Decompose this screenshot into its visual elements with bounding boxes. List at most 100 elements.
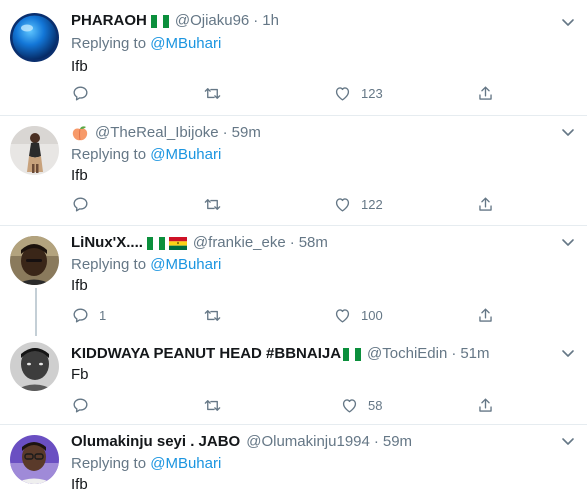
retweet-icon [204, 310, 221, 321]
heart-icon [335, 198, 350, 212]
reply-button[interactable] [71, 195, 99, 214]
retweet-button[interactable] [203, 306, 222, 325]
user-handle[interactable]: @TheReal_Ibijoke [95, 123, 219, 143]
heart-icon [335, 309, 350, 323]
bw-photo-avatar-image [10, 342, 59, 391]
avatar[interactable] [10, 435, 59, 484]
user-handle[interactable]: @Ojiaku96 [175, 11, 249, 31]
separator-dot: · [373, 433, 379, 450]
like-button[interactable]: 100 [333, 306, 383, 325]
share-icon [479, 86, 492, 100]
replying-to-label: Replying to [71, 35, 147, 52]
like-count: 100 [361, 308, 383, 323]
nigeria-flag-icon [146, 236, 165, 250]
display-name[interactable]: PHARAOH [71, 11, 147, 31]
mention-link[interactable]: @MBuhari [150, 35, 221, 52]
timestamp[interactable]: 1h [262, 11, 279, 31]
like-count: 122 [361, 197, 383, 212]
like-count: 123 [361, 86, 383, 101]
tweet[interactable]: @TheReal_Ibijoke · 59m Replying to @MBuh… [0, 116, 587, 226]
reply-count: 1 [99, 308, 107, 323]
tweet[interactable]: PHARAOH @Ojiaku96 · 1h Replying to @MBuh… [0, 0, 587, 116]
retweet-button[interactable] [203, 84, 222, 103]
man-purple-avatar-image [10, 435, 59, 484]
like-count: 58 [368, 398, 383, 413]
tweet-text: Ifb [71, 167, 88, 184]
tweet[interactable]: LiNux'X.... @frankie_eke · 58m Replying … [0, 226, 587, 336]
like-button[interactable]: 58 [340, 396, 382, 415]
mention-link[interactable]: @MBuhari [150, 455, 221, 472]
share-button[interactable] [476, 396, 495, 415]
display-name[interactable]: Olumakinju seyi . JABO [71, 432, 240, 452]
chevron-down-icon [562, 239, 574, 246]
replying-to-line: Replying to @MBuhari [71, 255, 553, 275]
nigeria-flag-icon [150, 14, 169, 28]
replying-to-label: Replying to [71, 256, 147, 273]
replying-to-line: Replying to @MBuhari [71, 145, 553, 165]
retweet-button[interactable] [203, 195, 222, 214]
share-button[interactable] [476, 84, 495, 103]
avatar[interactable] [10, 342, 59, 391]
tweet[interactable]: KIDDWAYA PEANUT HEAD #BBNAIJA @TochiEdin… [0, 336, 587, 425]
chevron-down-icon [562, 438, 574, 445]
tweet-text: Ifb [71, 277, 88, 294]
more-options-button[interactable] [559, 13, 577, 31]
reply-button[interactable] [71, 84, 99, 103]
woman-photo-avatar-image [10, 126, 59, 175]
more-options-button[interactable] [559, 123, 577, 141]
user-handle[interactable]: @Olumakinju1994 [246, 432, 370, 452]
replying-to-label: Replying to [71, 146, 147, 163]
retweet-icon [204, 199, 221, 210]
man-photo-avatar-image [10, 236, 59, 285]
retweet-icon [204, 400, 221, 411]
tweet[interactable]: Olumakinju seyi . JABO @Olumakinju1994 ·… [0, 425, 587, 501]
display-name[interactable]: KIDDWAYA PEANUT HEAD #BBNAIJA [71, 344, 341, 364]
timestamp[interactable]: 51m [460, 344, 489, 364]
timestamp[interactable]: 59m [383, 432, 412, 452]
reply-button[interactable] [71, 396, 99, 415]
replying-to-line: Replying to @MBuhari [71, 34, 553, 54]
separator-dot: · [253, 12, 259, 29]
retweet-button[interactable] [203, 396, 222, 415]
user-handle[interactable]: @TochiEdin [367, 344, 447, 364]
ghana-flag-icon [168, 236, 187, 250]
chevron-down-icon [562, 19, 574, 26]
like-button[interactable]: 123 [333, 84, 383, 103]
share-icon [479, 197, 492, 211]
replying-to-label: Replying to [71, 455, 147, 472]
heart-icon [342, 399, 357, 413]
separator-dot: · [222, 124, 228, 141]
share-icon [479, 398, 492, 412]
mention-link[interactable]: @MBuhari [150, 146, 221, 163]
reply-icon [73, 398, 88, 413]
reply-icon [73, 197, 88, 212]
thread-connector [35, 288, 37, 336]
avatar[interactable] [10, 13, 59, 62]
timestamp[interactable]: 59m [232, 123, 261, 143]
tweet-text: Ifb [71, 476, 88, 493]
more-options-button[interactable] [559, 344, 577, 362]
more-options-button[interactable] [559, 432, 577, 450]
more-options-button[interactable] [559, 233, 577, 251]
separator-dot: · [451, 345, 457, 362]
timestamp[interactable]: 58m [299, 233, 328, 253]
reply-button[interactable]: 1 [71, 306, 106, 325]
avatar[interactable] [10, 126, 59, 175]
tweet-text: Fb [71, 366, 89, 383]
blue-orb-avatar-image [10, 13, 59, 62]
user-handle[interactable]: @frankie_eke [193, 233, 286, 253]
retweet-icon [204, 88, 221, 99]
share-icon [479, 308, 492, 322]
peach-emoji-icon [71, 125, 89, 142]
display-name[interactable]: LiNux'X.... [71, 233, 143, 253]
avatar[interactable] [10, 236, 59, 285]
tweet-feed: PHARAOH @Ojiaku96 · 1h Replying to @MBuh… [0, 0, 587, 501]
share-button[interactable] [476, 195, 495, 214]
share-button[interactable] [476, 306, 495, 325]
heart-icon [335, 87, 350, 101]
like-button[interactable]: 122 [333, 195, 383, 214]
mention-link[interactable]: @MBuhari [150, 256, 221, 273]
replying-to-line: Replying to @MBuhari [71, 454, 553, 474]
chevron-down-icon [562, 129, 574, 136]
chevron-down-icon [562, 350, 574, 357]
